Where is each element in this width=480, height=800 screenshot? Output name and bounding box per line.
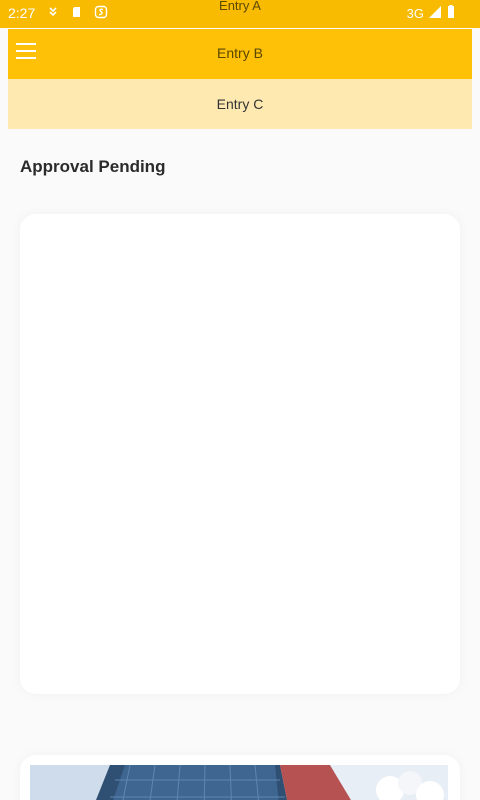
approval-card [20, 214, 460, 694]
subbar-title: Entry C [216, 96, 264, 112]
building-image [30, 765, 448, 800]
page-title: Approval Pending [20, 157, 166, 176]
battery-icon [446, 5, 456, 22]
toolbar: Entry B [8, 29, 472, 79]
signal-icon [428, 5, 442, 22]
status-right: 3G [407, 5, 456, 22]
status-bar: 2:27 Entry A 3G [0, 0, 480, 28]
subbar: Entry C [8, 79, 472, 129]
left-edge [0, 28, 8, 128]
network-type: 3G [406, 6, 424, 21]
right-edge [472, 28, 480, 128]
image-card[interactable] [20, 755, 460, 800]
toolbar-title: Entry B [217, 45, 263, 61]
